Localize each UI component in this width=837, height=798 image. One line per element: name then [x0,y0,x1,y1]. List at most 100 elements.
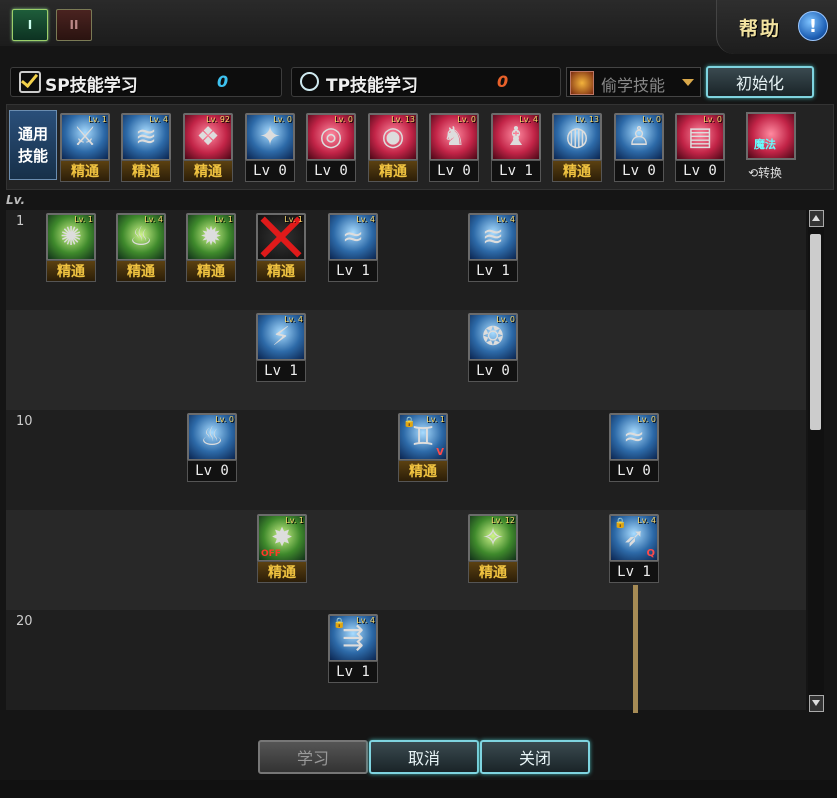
scroll-thumb[interactable] [810,234,821,430]
skill-slot[interactable]: ♊ 🔒 V Lv. 1 精通 [398,413,448,482]
lock-icon: 🔒 [333,618,346,629]
skill-icon[interactable]: ✺ Lv. 1 [46,213,96,261]
skill-icon[interactable]: ⚡ Lv. 4 [256,313,306,361]
skill-slot[interactable]: ♙ Lv. 0 Lv 0 [614,113,664,182]
learn-button[interactable]: 学习 [258,740,368,774]
swap-label: ⟲转换 [748,166,783,180]
skill-slot[interactable]: ≋ Lv. 4 精通 [121,113,171,182]
tp-label: TP技能学习 [326,76,419,96]
cancel-button[interactable]: 取消 [369,740,479,774]
skill-label: Lv 0 [429,160,479,182]
sp-learn-bar[interactable]: SP技能学习 0 [10,67,282,97]
skill-icon[interactable]: ✸ OFF Lv. 1 [257,514,307,562]
skill-icon[interactable]: ❂ Lv. 0 [468,313,518,361]
skill-slot[interactable]: ❂ Lv. 0 Lv 0 [468,313,518,382]
scroll-down-icon[interactable] [809,695,824,712]
close-button[interactable]: 关闭 [480,740,590,774]
level-label-20: 20 [16,614,33,629]
skill-slot[interactable]: ≋ Lv. 4 Lv 1 [468,213,518,282]
skill-level-badge: Lv. 0 [215,415,234,424]
skill-slot[interactable]: ⚔ Lv. 1 精通 [60,113,110,182]
skill-icon[interactable]: ♊ 🔒 V Lv. 1 [398,413,448,461]
skill-icon[interactable]: ✦ Lv. 0 [245,113,295,161]
skill-icon[interactable]: ✹ Lv. 1 [186,213,236,261]
skill-icon[interactable]: ♝ Lv. 4 [491,113,541,161]
skill-level-badge: Lv. 13 [391,115,415,124]
skill-level-badge: Lv. 4 [144,215,163,224]
skill-level-badge: Lv. 4 [356,616,375,625]
skill-label: 精通 [60,160,110,182]
skill-tab-1[interactable]: I [12,9,48,41]
skill-label: Lv 0 [468,360,518,382]
tree-scrollbar[interactable] [808,210,824,712]
skill-slot[interactable]: ◍ Lv. 13 精通 [552,113,602,182]
skill-slot[interactable]: ▤ Lv. 0 Lv 0 [675,113,725,182]
skill-icon[interactable]: ♨ Lv. 0 [187,413,237,461]
sp-value: 0 [217,72,229,91]
skill-icon[interactable]: ≋ Lv. 4 [121,113,171,161]
tree-band [6,610,806,710]
lock-icon: 🔒 [403,417,416,428]
skill-slot[interactable]: ♨ Lv. 4 精通 [116,213,166,282]
skill-slot[interactable]: ➶ 🔒 Q Lv. 4 Lv 1 [609,514,659,583]
skill-icon[interactable]: ◎ Lv. 0 [306,113,356,161]
skill-slot[interactable]: Lv. 1 精通 [256,213,306,282]
skill-level-badge: Lv. 1 [285,516,304,525]
general-skills-label: 通用 技能 [9,110,57,180]
skill-slot[interactable]: ♞ Lv. 0 Lv 0 [429,113,479,182]
skill-slot[interactable]: ✺ Lv. 1 精通 [46,213,96,282]
scroll-up-icon[interactable] [809,210,824,227]
skill-icon[interactable]: Lv. 1 [256,213,306,261]
skill-slot[interactable]: ✹ Lv. 1 精通 [186,213,236,282]
reset-label: 初始化 [735,74,784,93]
skill-slot[interactable]: ✦ Lv. 0 Lv 0 [245,113,295,182]
skill-slot[interactable]: ◎ Lv. 0 Lv 0 [306,113,356,182]
help-button[interactable]: 帮助 ! [716,0,837,54]
skill-icon[interactable]: ≈ Lv. 0 [609,413,659,461]
skill-slot[interactable]: ≈ Lv. 0 Lv 0 [609,413,659,482]
skill-icon[interactable]: ❖ Lv. 92 [183,113,233,161]
steal-skill-dropdown[interactable]: 偷学技能 [566,67,701,97]
corner-mark-badge: V [436,447,444,458]
skill-slot[interactable]: ♝ Lv. 4 Lv 1 [491,113,541,182]
skill-level-badge: Lv. 4 [519,115,538,124]
skill-slot[interactable]: ✧ Lv. 12 精通 [468,514,518,583]
skill-icon[interactable]: ◉ Lv. 13 [368,113,418,161]
skill-slot[interactable]: ✸ OFF Lv. 1 精通 [257,514,307,583]
skill-tab-2[interactable]: II [56,9,92,41]
skill-label: Lv 0 [306,160,356,182]
sp-label: SP技能学习 [45,76,138,96]
skill-icon[interactable]: ♞ Lv. 0 [429,113,479,161]
skill-level-badge: Lv. 0 [457,115,476,124]
tp-learn-bar[interactable]: TP技能学习 0 [291,67,561,97]
skill-icon[interactable]: ♙ Lv. 0 [614,113,664,161]
skill-slot[interactable]: ⚡ Lv. 4 Lv 1 [256,313,306,382]
skill-level-badge: Lv. 4 [149,115,168,124]
skill-icon[interactable]: ≋ Lv. 4 [468,213,518,261]
skill-label: Lv 1 [256,360,306,382]
skill-icon[interactable]: ▤ Lv. 0 [675,113,725,161]
skill-level-badge: Lv. 1 [214,215,233,224]
skill-icon[interactable]: ✧ Lv. 12 [468,514,518,562]
skill-icon[interactable]: ⚔ Lv. 1 [60,113,110,161]
skill-slot[interactable]: ⇶ 🔒 Lv. 4 Lv 1 [328,614,378,683]
skill-slot[interactable]: ♨ Lv. 0 Lv 0 [187,413,237,482]
skill-level-badge: Lv. 1 [88,115,107,124]
top-bar [0,0,837,46]
tree-band [6,310,806,410]
swap-skill-button[interactable]: 魔法 ⟲转换 [740,108,802,188]
close-label: 关闭 [518,749,551,768]
skill-icon[interactable]: ⇶ 🔒 Lv. 4 [328,614,378,662]
footer-strip [0,780,837,798]
skill-level-badge: Lv. 92 [206,115,230,124]
skill-level-badge: Lv. 0 [334,115,353,124]
skill-slot[interactable]: ≈ Lv. 4 Lv 1 [328,213,378,282]
skill-icon[interactable]: ➶ 🔒 Q Lv. 4 [609,514,659,562]
skill-slot[interactable]: ◉ Lv. 13 精通 [368,113,418,182]
skill-icon[interactable]: ♨ Lv. 4 [116,213,166,261]
cancel-label: 取消 [407,749,440,768]
skill-slot[interactable]: ❖ Lv. 92 精通 [183,113,233,182]
skill-icon[interactable]: ≈ Lv. 4 [328,213,378,261]
reset-button[interactable]: 初始化 [706,66,814,98]
skill-icon[interactable]: ◍ Lv. 13 [552,113,602,161]
